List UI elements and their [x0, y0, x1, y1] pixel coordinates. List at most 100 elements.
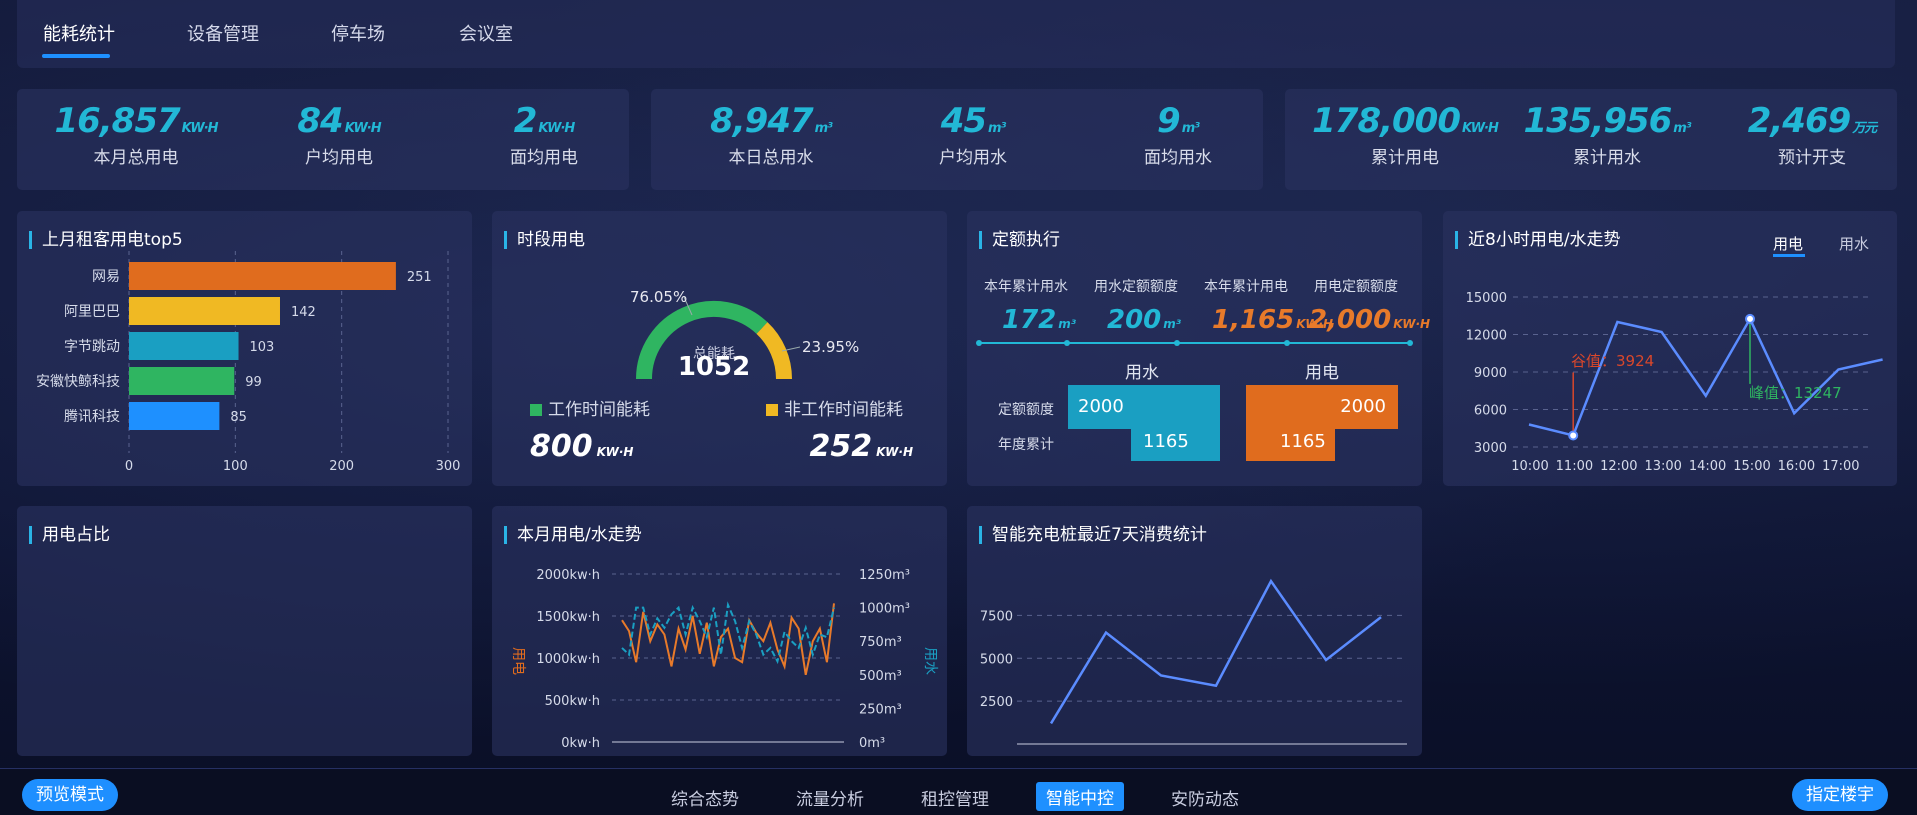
- top5-chart: 0 100 200 300 网易 251 阿里巴巴 142 字节跳动 103 安徽快鲸科技 99 腾讯科…: [36, 251, 461, 474]
- bottom-nav-security[interactable]: 安防动态: [1171, 785, 1239, 810]
- month-left-tick: 1500kw·h: [536, 610, 600, 625]
- top5-tick-label: 300: [436, 459, 461, 474]
- charge-y-tick: 2500: [980, 695, 1013, 710]
- top5-bar: [129, 262, 396, 290]
- month-left-tick: 0kw·h: [561, 736, 600, 751]
- quota-water-label: 用水: [1125, 363, 1159, 383]
- tab-parking[interactable]: 停车场: [331, 20, 385, 46]
- gauge-nonwork-pct: 23.95%: [802, 338, 859, 356]
- month-left-tick: 1000kw·h: [536, 652, 600, 667]
- trend8-y-tick: 6000: [1474, 404, 1507, 419]
- quota-divider-dot: [1174, 340, 1180, 346]
- charging-panel: 智能充电桩最近7天消费统计 7500 5000 2500: [967, 506, 1422, 756]
- valley-label: 谷值：3924: [1571, 352, 1654, 370]
- tab-meeting-room[interactable]: 会议室: [459, 20, 513, 46]
- month-right-tick: 1000m³: [859, 602, 910, 617]
- top5-value-label: 99: [245, 375, 262, 390]
- top5-bar: [129, 402, 220, 430]
- stat-avg-area-power: 2 KW·H 面均用电: [510, 101, 578, 168]
- top5-category-label: 腾讯科技: [64, 408, 120, 425]
- period-power-panel: 时段用电 76.05% 23.95% 总能耗 1052 工作时间能耗 非工作时间…: [492, 211, 947, 486]
- top5-category-label: 网易: [92, 269, 120, 285]
- top5-value-label: 142: [291, 305, 316, 320]
- tab-devices[interactable]: 设备管理: [187, 20, 259, 46]
- trend8-panel: 近8小时用电/水走势 用电 用水 15000 12000 9000 6000 3000 1…: [1443, 211, 1897, 486]
- trend8-y-tick: 15000: [1466, 291, 1507, 306]
- month-left-axis-label: 用电: [510, 647, 526, 675]
- stat-avg-household-power: 84 KW·H 户均用电: [297, 101, 381, 168]
- quota-panel: 定额执行 本年累计用水 用水定额额度 本年累计用电 用电定额额度 172 m³ 2…: [967, 211, 1430, 486]
- top5-category-label: 阿里巴巴: [64, 304, 120, 320]
- quota-divider-dot: [1407, 340, 1413, 346]
- trend8-y-tick: 3000: [1474, 441, 1507, 456]
- charge-line: [1049, 578, 1382, 725]
- top5-category-label: 安徽快鲸科技: [36, 374, 120, 390]
- quota-divider-dot: [1284, 340, 1290, 346]
- bottom-nav-traffic[interactable]: 流量分析: [796, 785, 864, 810]
- top5-tick-label: 0: [125, 459, 133, 474]
- power-used-bar: 1165: [1246, 423, 1335, 461]
- legend-work: 工作时间能耗: [530, 395, 650, 420]
- work-energy-value: 800 KW·H: [530, 429, 634, 464]
- quota-divider-dot: [1064, 340, 1070, 346]
- trend8-line: [1528, 316, 1883, 437]
- tab-energy[interactable]: 能耗统计: [43, 20, 115, 46]
- trend8-y-tick: 12000: [1466, 329, 1507, 344]
- top5-tick-label: 100: [223, 459, 248, 474]
- month-right-tick: 250m³: [859, 702, 902, 717]
- month-right-tick: 1250m³: [859, 568, 910, 583]
- gauge-work-pct: 76.05%: [630, 288, 687, 306]
- quota-divider-dot: [976, 340, 982, 346]
- gauge-nonwork-arc: [756, 322, 793, 380]
- quota-row-quota-label: 定额额度: [998, 402, 1054, 418]
- bottom-nav-overview[interactable]: 综合态势: [671, 785, 739, 810]
- top5-bar: [129, 367, 235, 395]
- peak-point: [1745, 313, 1755, 324]
- month-right-axis-label: 用水: [922, 647, 938, 675]
- month-left-tick: 2000kw·h: [536, 568, 600, 583]
- trend8-x-tick: 11:00: [1556, 459, 1593, 474]
- stat-total-power: 178,000 KW·H 累计用电: [1312, 101, 1499, 168]
- valley-point: [1568, 430, 1579, 441]
- stat-expected-cost: 2,469 万元 预计开支: [1747, 101, 1878, 168]
- trend8-x-tick: 13:00: [1644, 459, 1681, 474]
- select-building-button[interactable]: 指定楼宇: [1792, 779, 1888, 811]
- trend8-x-tick: 14:00: [1689, 459, 1726, 474]
- month-trend-chart: 2000kw·h 1500kw·h 1000kw·h 500kw·h 0kw·h 1250…: [510, 568, 938, 751]
- bottom-nav-smart-control[interactable]: 智能中控: [1036, 782, 1124, 811]
- charge-y-tick: 5000: [980, 652, 1013, 667]
- trend8-x-tick: 10:00: [1511, 459, 1548, 474]
- peak-label: 峰值：13247: [1749, 384, 1842, 402]
- legend-nonwork-swatch: [766, 404, 778, 416]
- stat-total-water: 135,956 m³ 累计用水: [1523, 101, 1691, 168]
- month-trend-panel: 本月用电/水走势 2000kw·h 1500kw·h 1000kw·h 500kw·h…: [492, 506, 947, 756]
- power-share-panel: 用电占比: [17, 506, 472, 756]
- total-stats-panel: 178,000 KW·H 累计用电 135,956 m³ 累计用水 2,469 万元 预计开…: [1285, 89, 1897, 190]
- bottom-nav-lease[interactable]: 租控管理: [921, 785, 989, 810]
- power-stats-panel: 16,857 KW·H 本月总用电 84 KW·H 户均用电 2 KW·H 面均用电: [17, 89, 629, 190]
- top5-value-label: 251: [407, 270, 432, 285]
- quota-row-ytd-label: 年度累计: [998, 437, 1054, 453]
- stat-day-water: 8,947 m³ 本日总用水: [710, 101, 833, 168]
- top5-value-label: 103: [250, 340, 275, 355]
- month-right-tick: 500m³: [859, 669, 902, 684]
- legend-nonwork: 非工作时间能耗: [766, 395, 903, 420]
- charging-chart: 7500 5000 2500: [980, 578, 1407, 745]
- trend8-chart: 15000 12000 9000 6000 3000 10:00 11:00 12:00 13:…: [1466, 291, 1883, 474]
- month-left-tick: 500kw·h: [545, 694, 600, 709]
- trend8-x-tick: 17:00: [1822, 459, 1859, 474]
- top5-panel: 上月租客用电top5 0 100 200 300 网易 251 阿里巴巴 142 字节跳动 103…: [17, 211, 472, 486]
- water-used-bar: 1165: [1131, 423, 1220, 461]
- month-right-tick: 750m³: [859, 635, 902, 650]
- preview-mode-button[interactable]: 预览模式: [22, 779, 118, 811]
- nonwork-energy-value: 252 KW·H: [809, 429, 913, 464]
- stat-month-power: 16,857 KW·H 本月总用电: [54, 101, 218, 168]
- month-right-tick: 0m³: [859, 736, 885, 751]
- trend8-x-tick: 12:00: [1600, 459, 1637, 474]
- legend-work-swatch: [530, 404, 542, 416]
- power-share-title: 用电占比: [29, 526, 110, 544]
- top-nav: 能耗统计 设备管理 停车场 会议室: [17, 0, 1895, 68]
- active-tab-indicator: [42, 54, 110, 58]
- water-stats-panel: 8,947 m³ 本日总用水 45 m³ 户均用水 9 m³ 面均用水: [651, 89, 1263, 190]
- stat-avg-area-water: 9 m³ 面均用水: [1144, 101, 1212, 168]
